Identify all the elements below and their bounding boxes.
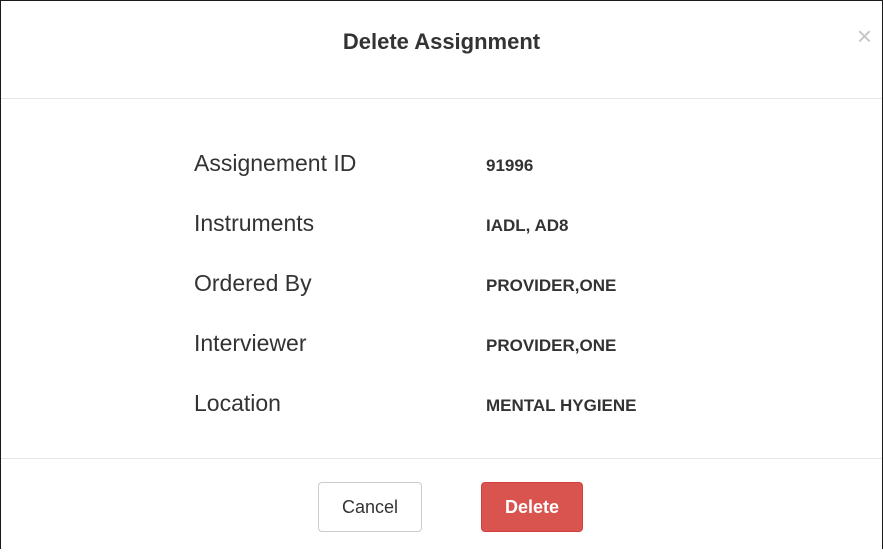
ordered-by-value: PROVIDER,ONE [486,276,617,295]
detail-row-location: Location MENTAL HYGIENE [194,389,794,429]
dialog-footer: Cancel Delete [1,458,882,552]
delete-button[interactable]: Delete [481,482,583,532]
dialog-body: Assignement ID 91996 Instruments IADL, A… [1,99,882,458]
assignment-id-label: Assignement ID [194,150,357,176]
location-label: Location [194,390,281,416]
interviewer-value: PROVIDER,ONE [486,336,617,355]
interviewer-label: Interviewer [194,330,307,356]
dialog-header: Delete Assignment × [1,1,882,99]
instruments-label: Instruments [194,210,315,236]
detail-row-interviewer: Interviewer PROVIDER,ONE [194,329,794,369]
detail-row-assignment-id: Assignement ID 91996 [194,149,794,189]
ordered-by-label: Ordered By [194,270,312,296]
location-value: MENTAL HYGIENE [486,396,637,415]
close-icon[interactable]: × [857,23,872,49]
detail-row-instruments: Instruments IADL, AD8 [194,209,794,249]
dialog-title: Delete Assignment [342,29,541,54]
delete-assignment-dialog: Delete Assignment × Assignement ID 91996… [0,0,883,549]
detail-row-ordered-by: Ordered By PROVIDER,ONE [194,269,794,309]
assignment-id-value: 91996 [486,156,534,175]
cancel-button[interactable]: Cancel [318,482,422,532]
instruments-value: IADL, AD8 [486,216,569,235]
